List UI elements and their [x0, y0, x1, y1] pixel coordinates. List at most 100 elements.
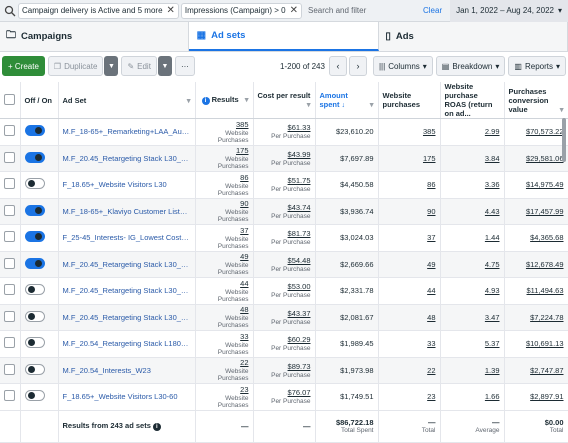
select-all-checkbox[interactable] — [4, 93, 15, 105]
duplicate-button[interactable]: ❐ Duplicate — [47, 56, 104, 76]
adset-name-link[interactable]: M.F_20.54_Retargeting Stack L180_W9_excl… — [63, 339, 191, 348]
row-checkbox[interactable] — [4, 284, 15, 296]
row-checkbox[interactable] — [4, 310, 15, 322]
more-button[interactable]: ··· — [174, 56, 195, 76]
pcv-value[interactable]: $29,581.06 — [509, 154, 564, 163]
table-row[interactable]: M.F_20.54_Interests_W23 22 Website Purchas… — [0, 357, 568, 384]
pcv-value[interactable]: $17,457.99 — [509, 207, 564, 216]
select-all-header[interactable] — [0, 82, 21, 119]
results-value[interactable]: 175 — [200, 146, 249, 155]
cpr-value[interactable]: $76.07 — [258, 388, 311, 397]
wp-value[interactable]: 23 — [383, 392, 435, 401]
results-value[interactable]: 86 — [200, 173, 248, 182]
reports-button[interactable]: ▥ Reports ▾ — [508, 56, 566, 76]
adset-name-link[interactable]: F_25-45_Interests- IG_Lowest Cost - Copy — [63, 233, 191, 242]
pcv-value[interactable]: $70,573.22 — [509, 127, 564, 136]
next-page-button[interactable]: › — [348, 56, 367, 76]
tab-ad-sets[interactable]: ▦ Ad sets — [188, 22, 380, 51]
table-row[interactable]: M.F_20.45_Retargeting Stack L30_W2-Billo… — [0, 145, 568, 172]
adset-name-link[interactable]: M.F_20.45_Retargeting Stack L30_W19-Bill… — [63, 260, 191, 269]
cpr-value[interactable]: $60.29 — [258, 335, 311, 344]
delivery-toggle[interactable] — [24, 257, 45, 269]
table-row[interactable]: M.F_18-65+_Remarketing+LAA_Auto - Lowe..… — [0, 118, 568, 146]
results-value[interactable]: 385 — [200, 120, 249, 129]
cpr-value[interactable]: $89.73 — [258, 362, 311, 371]
pcv-value[interactable]: $12,678.49 — [509, 260, 564, 269]
close-icon[interactable]: ✕ — [290, 5, 298, 16]
tab-campaigns[interactable]: 🗀 Campaigns — [0, 22, 189, 51]
cpr-value[interactable]: $43.37 — [258, 309, 311, 318]
results-value[interactable]: 90 — [200, 199, 248, 208]
row-checkbox[interactable] — [4, 125, 15, 137]
cpr-value[interactable]: $53.00 — [258, 282, 311, 291]
wp-value[interactable]: 37 — [383, 233, 435, 242]
duplicate-dropdown[interactable]: ▼ — [104, 56, 119, 76]
breakdown-button[interactable]: ▤ Breakdown ▾ — [435, 56, 506, 76]
wp-value[interactable]: 33 — [383, 339, 435, 348]
roas-header[interactable]: Website purchase ROAS (return on ad... — [440, 82, 505, 119]
roas-value[interactable]: 5.37 — [445, 339, 500, 348]
wp-value[interactable]: 48 — [383, 313, 435, 322]
row-checkbox[interactable] — [4, 257, 15, 269]
pcv-value[interactable]: $7,224.78 — [509, 313, 563, 322]
delivery-toggle[interactable] — [24, 284, 45, 296]
roas-value[interactable]: 3.47 — [445, 313, 500, 322]
delivery-toggle[interactable] — [24, 310, 45, 322]
wp-value[interactable]: 49 — [383, 260, 435, 269]
wp-header[interactable]: Website purchases — [378, 82, 441, 119]
tab-ads[interactable]: ▯ Ads — [379, 22, 568, 51]
results-value[interactable]: 23 — [200, 385, 248, 394]
delivery-toggle[interactable] — [24, 390, 45, 402]
cpr-value[interactable]: $81.73 — [258, 229, 311, 238]
wp-value[interactable]: 44 — [383, 286, 435, 295]
row-checkbox[interactable] — [4, 178, 15, 190]
results-value[interactable]: 44 — [200, 279, 248, 288]
edit-button[interactable]: ✎ Edit — [121, 56, 157, 76]
results-value[interactable]: 48 — [200, 305, 248, 314]
pcv-value[interactable]: $10,691.13 — [509, 339, 564, 348]
vertical-scrollbar[interactable] — [562, 118, 566, 162]
delivery-toggle[interactable] — [24, 363, 45, 375]
clear-filters-link[interactable]: Clear — [423, 6, 442, 15]
filter-chip-delivery[interactable]: Campaign delivery is Active and 5 more ✕ — [18, 2, 179, 19]
roas-value[interactable]: 3.84 — [445, 154, 500, 163]
adset-name-link[interactable]: F_18.65+_Website Visitors L30 — [63, 180, 191, 189]
filter-chip-impressions[interactable]: Impressions (Campaign) > 0 ✕ — [180, 2, 303, 19]
row-checkbox[interactable] — [4, 204, 15, 216]
delivery-toggle[interactable] — [24, 125, 45, 137]
roas-value[interactable]: 2.99 — [445, 127, 500, 136]
delivery-toggle[interactable] — [24, 151, 45, 163]
columns-button[interactable]: ||| Columns ▾ — [372, 56, 433, 76]
roas-value[interactable]: 4.93 — [445, 286, 500, 295]
row-checkbox[interactable] — [4, 390, 15, 402]
delivery-toggle[interactable] — [24, 178, 45, 190]
results-value[interactable]: 22 — [200, 358, 248, 367]
pcv-header[interactable]: Purchases conversion value ▾ — [504, 82, 568, 119]
search-input[interactable]: Search and filter — [308, 6, 423, 15]
table-row[interactable]: M.F_20.54_Retargeting Stack L180_W9_excl… — [0, 330, 568, 358]
edit-dropdown[interactable]: ▼ — [157, 56, 172, 76]
cpr-value[interactable]: $54.48 — [258, 256, 311, 265]
spent-header[interactable]: Amount spent ↓ ▾ — [315, 82, 379, 119]
wp-value[interactable]: 175 — [383, 154, 436, 163]
cpr-header[interactable]: Cost per result ▾ — [253, 82, 316, 119]
table-row[interactable]: F_18.65+_Website Visitors L30 86 Website P… — [0, 171, 568, 199]
pcv-value[interactable]: $4,365.68 — [509, 233, 563, 242]
roas-value[interactable]: 1.66 — [445, 392, 500, 401]
row-checkbox[interactable] — [4, 231, 15, 243]
pcv-value[interactable]: $11,494.63 — [509, 286, 564, 295]
table-row[interactable]: M.F_20.45_Retargeting Stack L30_W1-Billo… — [0, 277, 568, 305]
cpr-value[interactable]: $43.99 — [258, 150, 311, 159]
delivery-toggle[interactable] — [24, 204, 45, 216]
roas-value[interactable]: 4.75 — [445, 260, 500, 269]
table-row[interactable]: M.F_20.45_Retargeting Stack L30_W19-Bill… — [0, 251, 568, 278]
cpr-value[interactable]: $51.75 — [258, 176, 311, 185]
table-row[interactable]: M.F_18-65+_Klaviyo Customer List_Auto - … — [0, 198, 568, 225]
results-header[interactable]: i Results ▾ — [195, 82, 254, 119]
adset-name-link[interactable]: F_18.65+_Website Visitors L30-60 — [63, 392, 191, 401]
adset-name-link[interactable]: M.F_18-65+_Klaviyo Customer List_Auto - … — [63, 207, 191, 216]
row-checkbox[interactable] — [4, 337, 15, 349]
wp-value[interactable]: 86 — [383, 180, 435, 189]
wp-value[interactable]: 90 — [383, 207, 435, 216]
roas-value[interactable]: 3.36 — [445, 180, 500, 189]
